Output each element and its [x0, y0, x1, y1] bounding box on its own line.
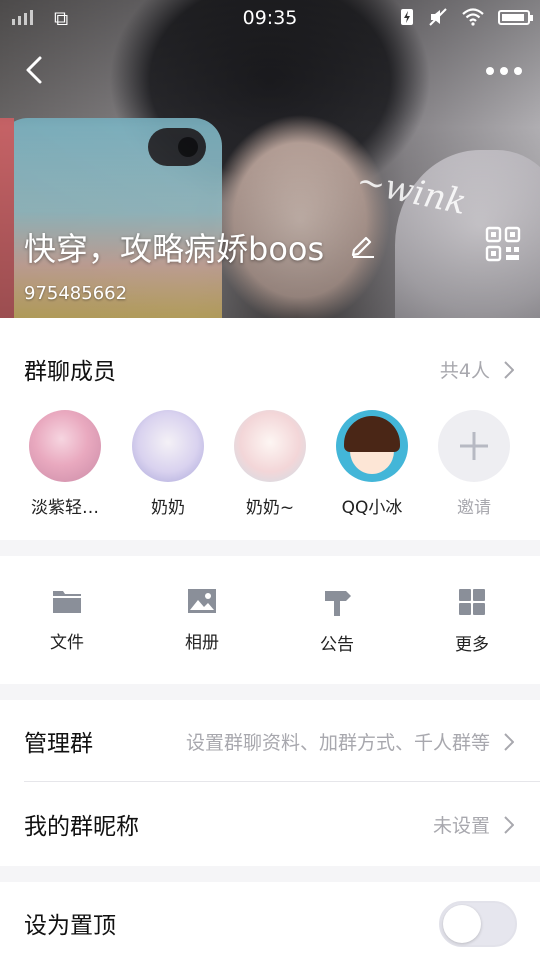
group-id: 975485662	[24, 283, 128, 304]
member-name: 淡紫轻…	[31, 498, 99, 518]
chevron-right-icon	[504, 815, 514, 834]
group-nickname-row[interactable]: 我的群昵称 未设置	[0, 782, 540, 866]
plus-icon	[438, 410, 510, 482]
group-tools-section: 文件 相册 公告 更多	[0, 556, 540, 684]
members-count-link[interactable]: 共4人	[440, 356, 514, 383]
more-options-button[interactable]	[486, 58, 530, 84]
more-tools-label: 更多	[455, 635, 489, 655]
files-button[interactable]: 文件	[17, 588, 117, 653]
signpost-icon	[325, 591, 351, 616]
member-name: 奶奶~	[245, 498, 295, 518]
edit-name-icon[interactable]	[350, 232, 376, 258]
more-tools-button[interactable]: 更多	[422, 588, 522, 655]
mute-icon	[429, 8, 447, 26]
toggle-knob	[443, 905, 481, 943]
avatar	[234, 410, 306, 482]
chevron-right-icon	[504, 732, 514, 751]
members-count: 共4人	[439, 360, 490, 382]
group-nickname-value: 未设置	[432, 815, 490, 837]
album-button[interactable]: 相册	[152, 588, 252, 653]
member-item[interactable]: QQ小冰	[322, 410, 422, 518]
pin-title: 设为置顶	[24, 913, 116, 939]
status-bar: ⧉ 09:35	[0, 0, 540, 36]
announcement-label: 公告	[320, 635, 354, 655]
group-cover-photo: ~wink	[0, 0, 540, 318]
battery-icon	[498, 9, 533, 25]
avatar	[29, 410, 101, 482]
group-settings-page: ~wink ⧉ 09:35 快穿，攻略病娇boos 975485662 群聊成员…	[0, 0, 540, 960]
group-name: 快穿，攻略病娇boos	[24, 230, 325, 268]
wifi-icon	[462, 8, 484, 26]
qr-code-icon[interactable]	[485, 226, 521, 262]
member-item[interactable]: 奶奶~	[220, 410, 320, 518]
member-name: QQ小冰	[341, 498, 403, 518]
member-name: 奶奶	[151, 498, 185, 518]
invite-button[interactable]: 邀请	[424, 410, 524, 518]
manage-group-title: 管理群	[24, 731, 93, 757]
chevron-right-icon	[504, 360, 514, 379]
photo-icon	[188, 589, 216, 613]
avatar	[336, 410, 408, 482]
back-button[interactable]	[18, 52, 54, 88]
files-label: 文件	[50, 633, 84, 653]
pin-section: 设为置顶	[0, 882, 540, 960]
avatar	[132, 410, 204, 482]
member-item[interactable]: 淡紫轻…	[15, 410, 115, 518]
members-section: 群聊成员 共4人 淡紫轻… 奶奶 奶奶~ QQ小冰 邀请	[0, 318, 540, 540]
member-item[interactable]: 奶奶	[118, 410, 218, 518]
announcement-button[interactable]: 公告	[287, 588, 387, 655]
folder-icon	[53, 591, 81, 613]
manage-group-detail: 设置群聊资料、加群方式、千人群等	[185, 732, 490, 754]
album-label: 相册	[185, 633, 219, 653]
pin-toggle[interactable]	[439, 901, 517, 947]
group-nickname-title: 我的群昵称	[24, 814, 139, 840]
manage-section: 管理群 设置群聊资料、加群方式、千人群等 我的群昵称 未设置	[0, 700, 540, 866]
members-title: 群聊成员	[24, 359, 116, 385]
manage-group-row[interactable]: 管理群 设置群聊资料、加群方式、千人群等	[0, 700, 540, 781]
member-avatar-list: 淡紫轻… 奶奶 奶奶~ QQ小冰 邀请	[0, 410, 540, 520]
grid-icon	[459, 589, 485, 615]
invite-label: 邀请	[457, 498, 491, 518]
battery-saver-icon	[401, 9, 413, 25]
